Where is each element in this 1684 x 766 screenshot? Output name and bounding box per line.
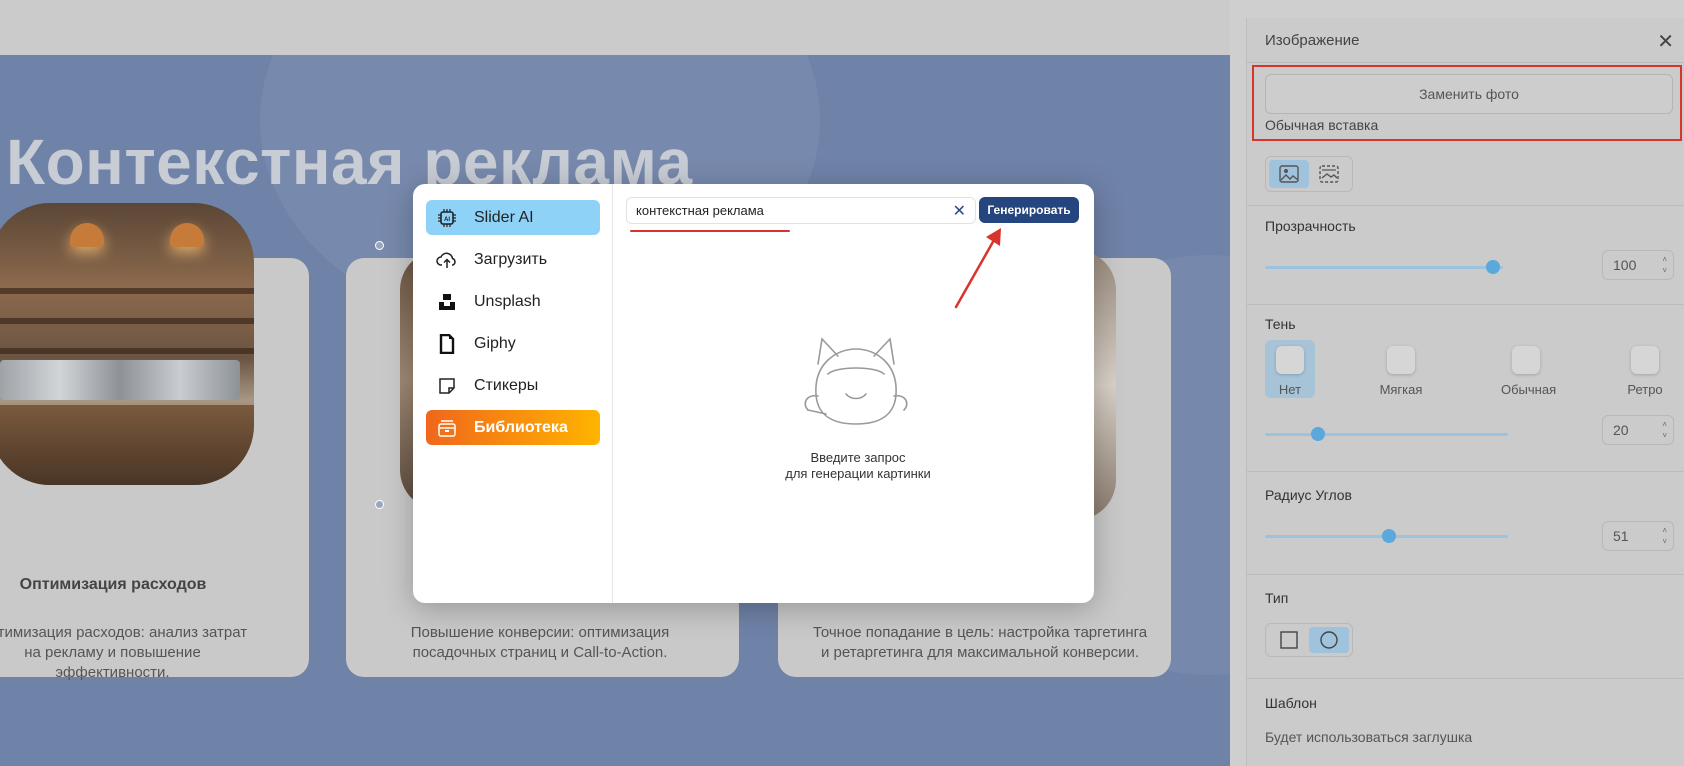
opacity-slider-thumb[interactable] bbox=[1486, 260, 1501, 274]
divider bbox=[1247, 62, 1684, 63]
shape-type-toggle bbox=[1265, 623, 1353, 657]
empty-state-mascot-icon bbox=[804, 337, 908, 425]
empty-state-text: Введите запрос для генерации картинки bbox=[733, 450, 983, 482]
annotation-highlight bbox=[1252, 65, 1682, 141]
lamp-decor bbox=[70, 223, 104, 247]
shadow-option-soft[interactable]: Мягкая bbox=[1376, 340, 1426, 397]
shadow-label: Тень bbox=[1265, 316, 1296, 332]
card-photo[interactable] bbox=[0, 203, 254, 485]
prompt-input[interactable]: контекстная реклама ✕ bbox=[626, 197, 976, 224]
divider bbox=[1247, 205, 1684, 206]
annotation-underline bbox=[630, 230, 790, 232]
menu-label: Стикеры bbox=[474, 376, 539, 394]
shadow-option-normal[interactable]: Обычная bbox=[1501, 340, 1556, 397]
shadow-option-label: Нет bbox=[1278, 382, 1302, 397]
library-icon bbox=[436, 417, 458, 439]
image-mode-fill[interactable] bbox=[1269, 160, 1309, 188]
shadow-swatch bbox=[1631, 346, 1659, 374]
unsplash-icon bbox=[436, 291, 458, 313]
image-settings-panel: Изображение ✕ Заменить фото Обычная вста… bbox=[1246, 18, 1684, 766]
menu-item-slider-ai[interactable]: AI Slider AI bbox=[426, 200, 600, 235]
radius-label: Радиус Углов bbox=[1265, 487, 1352, 503]
prompt-input-value: контекстная реклама bbox=[636, 203, 764, 218]
radius-input[interactable]: 51 ˄ ˅ bbox=[1602, 521, 1674, 551]
ai-chip-icon: AI bbox=[436, 207, 458, 229]
card-title[interactable]: Оптимизация расходов bbox=[0, 576, 226, 594]
template-label: Шаблон bbox=[1265, 695, 1317, 711]
cloud-upload-icon bbox=[436, 249, 458, 271]
image-icon bbox=[1279, 165, 1299, 183]
card-text[interactable]: Оптимизация расходов: анализ затрат на р… bbox=[0, 623, 255, 683]
menu-label: Unsplash bbox=[474, 292, 541, 310]
square-icon bbox=[1280, 631, 1298, 649]
shadow-option-label: Ретро bbox=[1627, 382, 1663, 397]
lamp-decor bbox=[170, 223, 204, 247]
panel-title: Изображение bbox=[1265, 32, 1360, 49]
template-note: Будет использоваться заглушка bbox=[1265, 729, 1473, 745]
stepper-arrows-icon[interactable]: ˄ ˅ bbox=[1662, 525, 1667, 547]
empty-line: для генерации картинки bbox=[785, 466, 931, 481]
opacity-slider-track[interactable] bbox=[1265, 266, 1503, 269]
svg-text:AI: AI bbox=[444, 217, 450, 223]
sticker-icon bbox=[436, 375, 458, 397]
radius-slider-thumb[interactable] bbox=[1381, 529, 1396, 543]
opacity-value: 100 bbox=[1613, 257, 1637, 273]
shelf-decor bbox=[0, 318, 254, 324]
shadow-swatch bbox=[1387, 346, 1415, 374]
menu-label: Giphy bbox=[474, 334, 516, 352]
source-menu: AI Slider AI Загрузить Unsplash Giphy Ст… bbox=[413, 184, 613, 603]
shadow-swatch bbox=[1276, 346, 1304, 374]
empty-line: Введите запрос bbox=[810, 450, 906, 465]
menu-item-unsplash[interactable]: Unsplash bbox=[426, 284, 600, 319]
card-text[interactable]: Точное попадание в цель: настройка тарге… bbox=[810, 623, 1150, 663]
opacity-label: Прозрачность bbox=[1265, 218, 1356, 234]
stepper-arrows-icon[interactable]: ˄ ˅ bbox=[1662, 419, 1667, 441]
menu-label: Slider AI bbox=[474, 208, 534, 226]
card-text[interactable]: Повышение конверсии: оптимизация посадоч… bbox=[390, 623, 690, 663]
menu-label: Загрузить bbox=[474, 250, 548, 268]
opacity-input[interactable]: 100 ˄ ˅ bbox=[1602, 250, 1674, 280]
shelf-decor bbox=[0, 288, 254, 294]
annotation-arrow-icon bbox=[954, 228, 1001, 309]
image-mode-toggle bbox=[1265, 156, 1353, 192]
shadow-option-retro[interactable]: Ретро bbox=[1620, 340, 1670, 397]
resize-handle[interactable] bbox=[375, 500, 384, 509]
shadow-swatch bbox=[1512, 346, 1540, 374]
menu-item-upload[interactable]: Загрузить bbox=[426, 242, 600, 277]
shape-circle[interactable] bbox=[1309, 627, 1349, 653]
shelf-decor bbox=[0, 348, 254, 354]
circle-icon bbox=[1320, 631, 1338, 649]
shape-square[interactable] bbox=[1269, 627, 1309, 653]
machine-decor bbox=[0, 360, 240, 400]
stepper-arrows-icon[interactable]: ˄ ˅ bbox=[1662, 254, 1667, 276]
menu-item-stickers[interactable]: Стикеры bbox=[426, 368, 600, 403]
giphy-icon bbox=[436, 333, 458, 355]
shadow-value: 20 bbox=[1613, 422, 1629, 438]
divider bbox=[1247, 304, 1684, 305]
dialog-main: контекстная реклама ✕ Генерировать Введи… bbox=[613, 184, 1094, 603]
shadow-slider-track[interactable] bbox=[1265, 433, 1508, 436]
menu-item-giphy[interactable]: Giphy bbox=[426, 326, 600, 361]
top-toolbar bbox=[0, 0, 1230, 55]
shadow-option-label: Обычная bbox=[1501, 382, 1557, 397]
counter-decor bbox=[0, 405, 254, 485]
menu-label: Библиотека bbox=[474, 418, 568, 436]
close-icon[interactable]: ✕ bbox=[1657, 29, 1674, 54]
shadow-input[interactable]: 20 ˄ ˅ bbox=[1602, 415, 1674, 445]
divider bbox=[1247, 678, 1684, 679]
divider bbox=[1247, 471, 1684, 472]
image-crop-icon bbox=[1319, 165, 1339, 183]
type-label: Тип bbox=[1265, 590, 1289, 606]
radius-value: 51 bbox=[1613, 528, 1629, 544]
menu-item-library[interactable]: Библиотека bbox=[426, 410, 600, 445]
shadow-option-none[interactable]: Нет bbox=[1265, 340, 1315, 398]
shadow-slider-thumb[interactable] bbox=[1311, 427, 1326, 441]
divider bbox=[1247, 574, 1684, 575]
resize-handle[interactable] bbox=[375, 241, 384, 250]
image-mode-crop[interactable] bbox=[1309, 160, 1349, 188]
shadow-option-label: Мягкая bbox=[1379, 382, 1423, 397]
